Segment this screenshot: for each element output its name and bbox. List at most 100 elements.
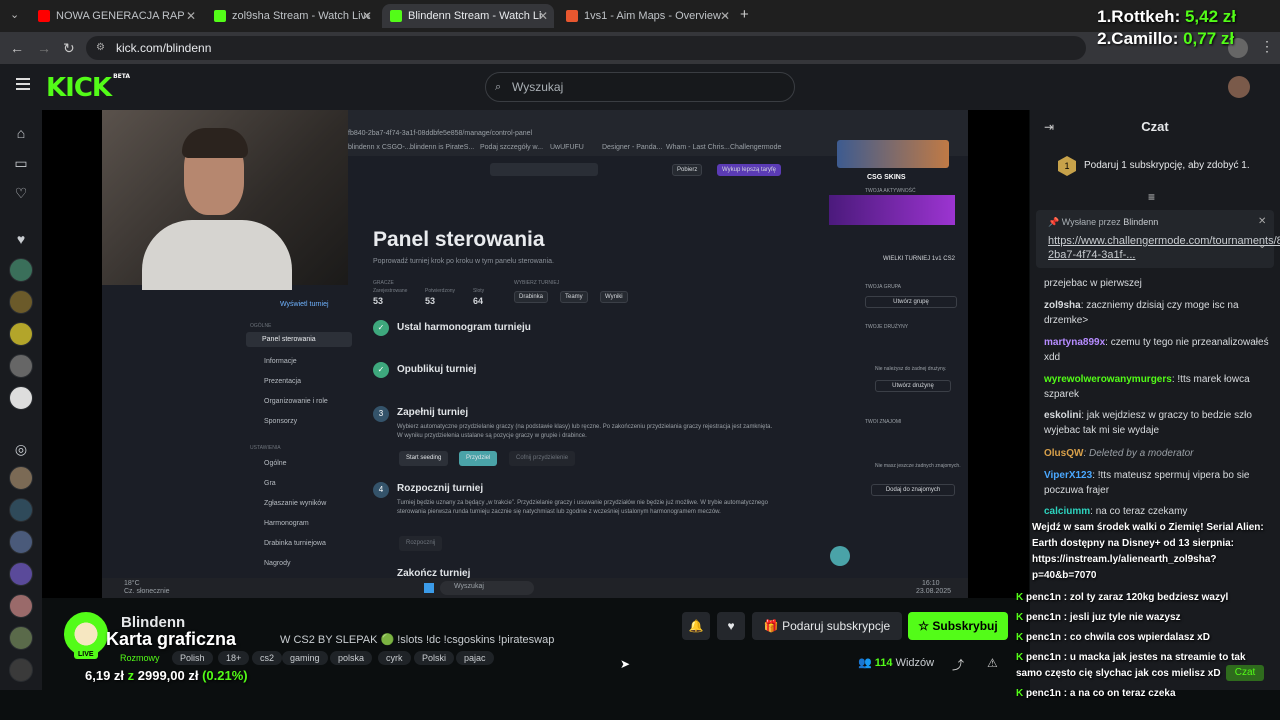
recommended-channel-avatar[interactable]: [9, 658, 33, 682]
step-title: Zapełnij turniej: [397, 407, 469, 418]
tag[interactable]: 18+: [218, 651, 250, 665]
browser-tab-3[interactable]: Blindenn Stream - Watch Li ✕: [382, 4, 554, 28]
friends-empty: Nie masz jeszcze żadnych znajomych.: [875, 463, 961, 469]
menu-icon[interactable]: ⋮: [1260, 38, 1274, 55]
kick-icon: K: [1016, 632, 1026, 643]
tag[interactable]: Polish: [172, 651, 213, 665]
new-tab-icon[interactable]: +: [740, 6, 749, 23]
reload-icon[interactable]: ↻: [63, 40, 75, 57]
chat-message: martyna899x: czemu ty tego nie przeanali…: [1044, 337, 1269, 363]
ranking-row-2: 2.Camillo: 0,77 zł: [1097, 29, 1235, 48]
recommended-channel-avatar[interactable]: [9, 594, 33, 618]
address-bar: ← → ↻ ⚙ kick.com/blindenn ⋮: [0, 32, 1280, 64]
followed-heart-icon: ♥: [16, 231, 26, 247]
chat-message: OlusQW: Deleted by a moderator: [1044, 448, 1194, 459]
followed-channel-avatar[interactable]: [9, 386, 33, 410]
tag[interactable]: cyrk: [378, 651, 411, 665]
browser-tab-2[interactable]: zol9sha Stream - Watch Live on ✕: [206, 4, 378, 28]
tag[interactable]: cs2: [252, 651, 283, 665]
followed-channel-avatar[interactable]: [9, 354, 33, 378]
recommended-channel-avatar[interactable]: [9, 498, 33, 522]
players-header: GRACZE: [373, 280, 394, 286]
close-tab-icon[interactable]: ✕: [186, 9, 196, 23]
tab-list-icon[interactable]: ⌄: [10, 8, 19, 21]
recommended-channel-avatar[interactable]: [9, 466, 33, 490]
sidebar-item: Sponsorzy: [264, 418, 298, 425]
stat-label: Sloty: [473, 288, 485, 294]
tag[interactable]: polska: [330, 651, 373, 665]
csgo-skins-banner: [837, 140, 949, 168]
pinned-message[interactable]: 📌 Wysłane przez Blindenn https://www.cha…: [1036, 210, 1280, 268]
site-info-icon[interactable]: ⚙: [96, 36, 105, 60]
share-icon[interactable]: ⤴: [952, 656, 964, 673]
tag[interactable]: pajac: [456, 651, 494, 665]
url-field[interactable]: ⚙ kick.com/blindenn: [86, 36, 1086, 60]
screen-taskbar: 18°C Cz. słonecznie Wyszukaj 16:10 23.08…: [102, 578, 968, 598]
gift-badge-icon: 1: [1058, 156, 1076, 176]
screen-bookmark: blindenn is PirateS...: [410, 144, 475, 151]
kick-icon: [214, 10, 226, 22]
gift-tip[interactable]: Podaruj 1 subskrypcję, aby zdobyć 1.: [1084, 160, 1250, 171]
forward-icon[interactable]: →: [37, 40, 51, 56]
followed-channel-avatar[interactable]: [9, 258, 33, 282]
chat-button[interactable]: Czat: [1226, 665, 1264, 681]
close-tab-icon[interactable]: ✕: [720, 9, 730, 23]
challengermode-icon: [566, 10, 578, 22]
goal-overlay-price: 6,19 zł z 2999,00 zł (0.21%): [85, 668, 248, 683]
url-text: kick.com/blindenn: [116, 41, 212, 55]
teams-chip: Teamy: [560, 291, 588, 303]
assign-button: Przydziel: [459, 451, 498, 466]
step-check-icon: ✓: [373, 362, 389, 378]
kick-logo[interactable]: KICK BETA: [46, 73, 130, 103]
browser-tab-1[interactable]: NOWA GENERACJA RAP ✕: [30, 4, 202, 28]
browser-tab-4[interactable]: 1vs1 - Aim Maps - Overview - ✕: [558, 4, 736, 28]
subscribe-button[interactable]: ☆ Subskrybuj: [908, 612, 1008, 640]
followed-channel-avatar[interactable]: [9, 290, 33, 314]
category-tag[interactable]: Rozmowy: [114, 651, 166, 665]
gift-icon: 🎁: [763, 619, 783, 633]
pinned-link[interactable]: https://www.challengermode.com/tournamen…: [1048, 234, 1280, 262]
unpin-icon[interactable]: ✕: [1258, 216, 1266, 227]
stream-video[interactable]: fb840-2ba7-4f74-3a1f-08ddbfe5e858/manage…: [42, 110, 1029, 598]
add-friend-button: Dodaj do znajomych: [871, 484, 955, 496]
recommended-channel-avatar[interactable]: [9, 626, 33, 650]
overlay-message: K penc1n : a na co on teraz czeka: [1016, 688, 1176, 699]
home-icon[interactable]: ⌂: [12, 124, 30, 142]
create-team-button: Utwórz drużynę: [875, 380, 951, 392]
search-input[interactable]: ⌕ Wyszukaj: [485, 72, 795, 102]
overlay-message: K penc1n : jesli juz tyle nie wazysz: [1016, 612, 1181, 623]
tag[interactable]: gaming: [282, 651, 328, 665]
sidebar-item-control-panel: Panel sterowania: [246, 332, 352, 347]
close-tab-icon[interactable]: ✕: [362, 9, 372, 23]
streamer-shirt: [142, 220, 292, 290]
expand-pinned-icon[interactable]: ⌄: [1258, 240, 1266, 251]
overlay-promo: Wejdź w sam środek walki o Ziemię! Seria…: [1032, 522, 1264, 581]
unassign-button: Cofnij przydzielenie: [509, 451, 576, 466]
back-icon[interactable]: ←: [10, 40, 24, 56]
recommended-channel-avatar[interactable]: [9, 562, 33, 586]
following-icon[interactable]: ♡: [12, 184, 30, 202]
recommended-channel-avatar[interactable]: [9, 530, 33, 554]
start-seeding-button: Start seeding: [399, 451, 449, 466]
follow-heart-button[interactable]: ♥: [717, 612, 745, 640]
user-avatar[interactable]: [1228, 76, 1250, 98]
tab-title: 1vs1 - Aim Maps - Overview -: [584, 10, 728, 22]
report-icon[interactable]: ⚠: [987, 656, 998, 670]
screen-bookmark: Designer - Panda...: [602, 144, 663, 151]
close-tab-icon[interactable]: ✕: [538, 9, 548, 23]
tag[interactable]: Polski: [414, 651, 455, 665]
sidebar-section-general: OGÓLNE: [250, 323, 272, 329]
results-chip: Wyniki: [600, 291, 628, 303]
pin-icon: 📌: [1048, 217, 1062, 227]
friends-header: TWOI ZNAJOMI: [865, 419, 902, 425]
youtube-icon: [38, 10, 50, 22]
browse-icon[interactable]: ▭: [12, 154, 30, 172]
sidebar-item: Organizowanie i role: [264, 398, 328, 405]
screen-bookmark: Challengermode: [730, 144, 782, 151]
followed-channel-avatar[interactable]: [9, 322, 33, 346]
notifications-button[interactable]: 🔔: [682, 612, 710, 640]
gift-subscription-button[interactable]: 🎁 Podaruj subskrypcje: [752, 612, 902, 640]
hamburger-menu-icon[interactable]: [16, 78, 30, 93]
webcam-overlay: [102, 110, 348, 290]
sidebar-item: Drabinka turniejowa: [264, 540, 326, 547]
